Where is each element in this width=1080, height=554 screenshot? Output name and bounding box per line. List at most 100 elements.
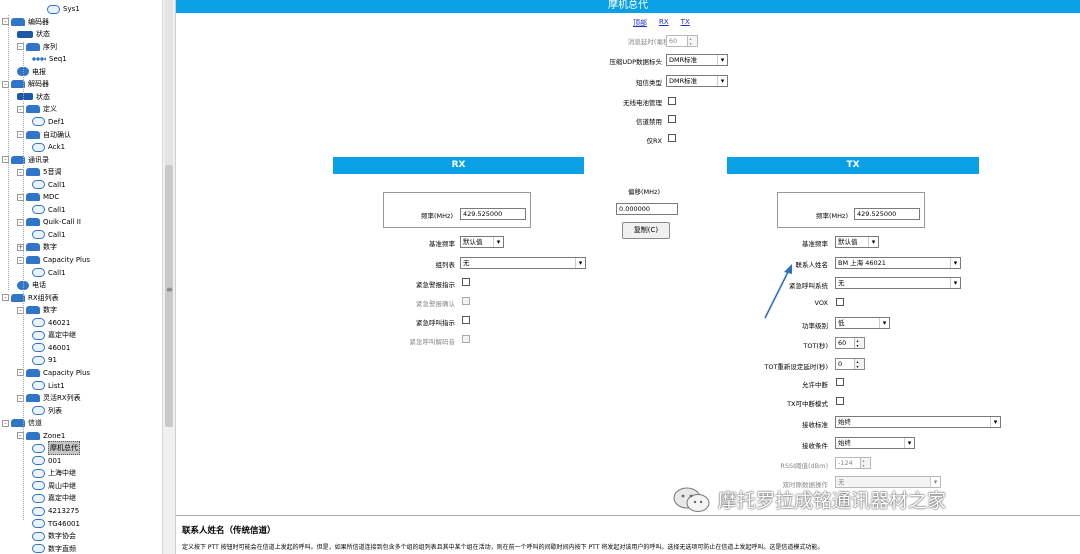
tree-node[interactable]: 91	[32, 354, 57, 366]
splitter-grip-icon[interactable]: ≡	[166, 285, 173, 294]
link-rx[interactable]: RX	[659, 18, 669, 28]
tree-node-label: 46001	[48, 343, 71, 352]
copy-button[interactable]: 复制(C)	[622, 222, 670, 239]
tree-node[interactable]: - Capacity Plus	[17, 254, 90, 266]
tx-ref-freq-select[interactable]: 默认值	[835, 236, 879, 248]
collapse-icon[interactable]: -	[2, 419, 9, 427]
tree-node[interactable]: - Quik-Call II	[17, 216, 81, 228]
tree-node[interactable]: 电话	[17, 279, 46, 291]
tree-node[interactable]: - 信道	[2, 417, 42, 429]
tree-node-label: 数字	[43, 243, 57, 252]
scrollbar-thumb[interactable]	[165, 165, 173, 427]
disable-channel-checkbox[interactable]	[668, 115, 676, 123]
tree-node[interactable]: - RX组列表	[2, 292, 59, 304]
tree-node[interactable]: - 自动确认	[17, 129, 71, 141]
allow-interrupt-checkbox[interactable]	[836, 378, 844, 386]
scrollbar-track-upper[interactable]	[165, 0, 173, 165]
tree-node[interactable]: 数字协会	[32, 530, 76, 542]
tree-node[interactable]: 周山中继	[32, 480, 76, 492]
emergency-call-checkbox[interactable]	[462, 316, 470, 324]
tree-node-label: RX组列表	[28, 293, 59, 302]
emergency-call-label: 紧急呼叫指示	[416, 319, 455, 327]
tx-freq-input[interactable]: 429.525000	[854, 208, 920, 220]
call-system-select[interactable]: 无	[835, 277, 961, 289]
tree-node[interactable]: 电报	[17, 66, 46, 78]
help-body: 定义按下 PTT 按钮时可能会在信道上发起的呼叫。但是，如果所信道连接到包含多个…	[182, 544, 824, 551]
group-icon	[32, 355, 45, 365]
tree-node[interactable]: Ack1	[32, 141, 65, 153]
tree-node[interactable]: 46001	[32, 342, 70, 354]
wave-icon	[32, 142, 45, 152]
tree-node-label: 46021	[48, 318, 71, 327]
power-level-select[interactable]: 低	[835, 317, 890, 329]
tx-condition-select[interactable]: 始终	[835, 437, 915, 449]
tree-node[interactable]: 数字直频	[32, 543, 76, 554]
folder-icon	[26, 394, 40, 403]
tree-node[interactable]: - 编码器	[2, 16, 49, 28]
tree-node[interactable]: Def1	[32, 116, 65, 128]
tree-node[interactable]: - Zone1	[17, 430, 65, 442]
msg-delay-stepper[interactable]: 60	[666, 35, 698, 47]
tree-node[interactable]: 列表	[32, 405, 62, 417]
rssi-stepper[interactable]: -124	[835, 457, 871, 469]
rx-section-header: RX	[333, 157, 584, 174]
tree-node-label: 4213275	[48, 507, 80, 515]
tree-node-label: 嘉定中继	[48, 494, 76, 503]
tree-node-label: Quik-Call II	[43, 218, 81, 227]
udp-header-label: 压缩UDP数据标头	[609, 58, 662, 66]
tree-node[interactable]: List1	[32, 380, 65, 392]
offset-input[interactable]: 0.000000	[616, 203, 678, 215]
short-data-select[interactable]: DMR标准	[666, 75, 728, 87]
rx-only-checkbox[interactable]	[668, 134, 676, 142]
tree-node[interactable]: Call1	[32, 267, 66, 279]
tree-node[interactable]: 001	[32, 455, 61, 467]
tree-node-label: Capacity Plus	[43, 256, 91, 264]
tx-interrupt-checkbox[interactable]	[836, 397, 844, 405]
tree-node[interactable]: - Capacity Plus	[17, 367, 90, 379]
tree-node[interactable]: 状态	[17, 91, 50, 103]
tree-node[interactable]: Seq1	[32, 53, 67, 65]
tot-stepper[interactable]: 60	[835, 337, 865, 349]
channel-icon	[32, 493, 45, 503]
rx-ref-freq-select[interactable]: 默认值	[460, 236, 504, 248]
tree-node[interactable]: 嘉定中继	[32, 492, 76, 504]
help-panel: 联系人姓名（传统信道） 定义按下 PTT 按钮时可能会在信道上发起的呼叫。但是，…	[176, 515, 1080, 554]
udp-header-select[interactable]: DMR标准	[666, 54, 728, 66]
emergency-alarm-checkbox[interactable]	[462, 278, 470, 286]
tree-node[interactable]: Call1	[32, 179, 66, 191]
tree-node[interactable]: 上海中继	[32, 467, 76, 479]
rx-group-list-select[interactable]: 无	[460, 257, 586, 269]
tree-node-label: Sys1	[63, 5, 80, 13]
tree-node[interactable]: Call1	[32, 204, 66, 216]
tree-node[interactable]: - 灵活RX列表	[17, 392, 81, 404]
tree-node[interactable]: 46021	[32, 317, 70, 329]
tree-node[interactable]: Call1	[32, 229, 66, 241]
tree-node-label: 编码器	[28, 17, 49, 26]
tot-rekey-stepper[interactable]: 0	[835, 358, 865, 370]
battery-mgmt-checkbox[interactable]	[668, 97, 676, 105]
tree-scrollbar[interactable]: ≡	[162, 0, 176, 554]
tree-node[interactable]: - 通讯录	[2, 154, 49, 166]
rx-freq-input[interactable]: 429.525000	[460, 208, 526, 220]
vox-checkbox[interactable]	[836, 298, 844, 306]
tree-node[interactable]: 摩机总代	[32, 441, 80, 456]
tree-node-label: Call1	[48, 268, 66, 277]
tree-node-label: Zone1	[43, 431, 66, 440]
collapse-icon[interactable]: -	[2, 294, 9, 302]
tree-node[interactable]: 嘉定中继	[32, 329, 76, 341]
tree-node[interactable]: Sys1	[47, 3, 80, 15]
navigation-tree[interactable]: Sys1- 编码器 状态 - 序列 Seq1 电报 - 解码器 状态 - 定义 Def1- 自动确认 Ack…	[0, 0, 162, 554]
status-box-icon	[17, 30, 33, 38]
admit-criteria-select[interactable]: 始终	[835, 416, 1001, 428]
folder-icon	[11, 17, 25, 26]
channel-icon	[32, 456, 45, 466]
tree-node[interactable]: TG46001	[32, 518, 80, 530]
emergency-mute-checkbox[interactable]	[462, 335, 470, 343]
link-tx[interactable]: TX	[681, 18, 690, 28]
tree-node[interactable]: 4213275	[32, 505, 79, 517]
emergency-ack-checkbox[interactable]	[462, 297, 470, 305]
link-top[interactable]: 顶部	[633, 18, 647, 28]
tree-node[interactable]: 状态	[17, 28, 50, 40]
tree-node[interactable]: - 解码器	[2, 78, 49, 90]
contact-name-select[interactable]: BM 上海 46021	[835, 257, 961, 269]
